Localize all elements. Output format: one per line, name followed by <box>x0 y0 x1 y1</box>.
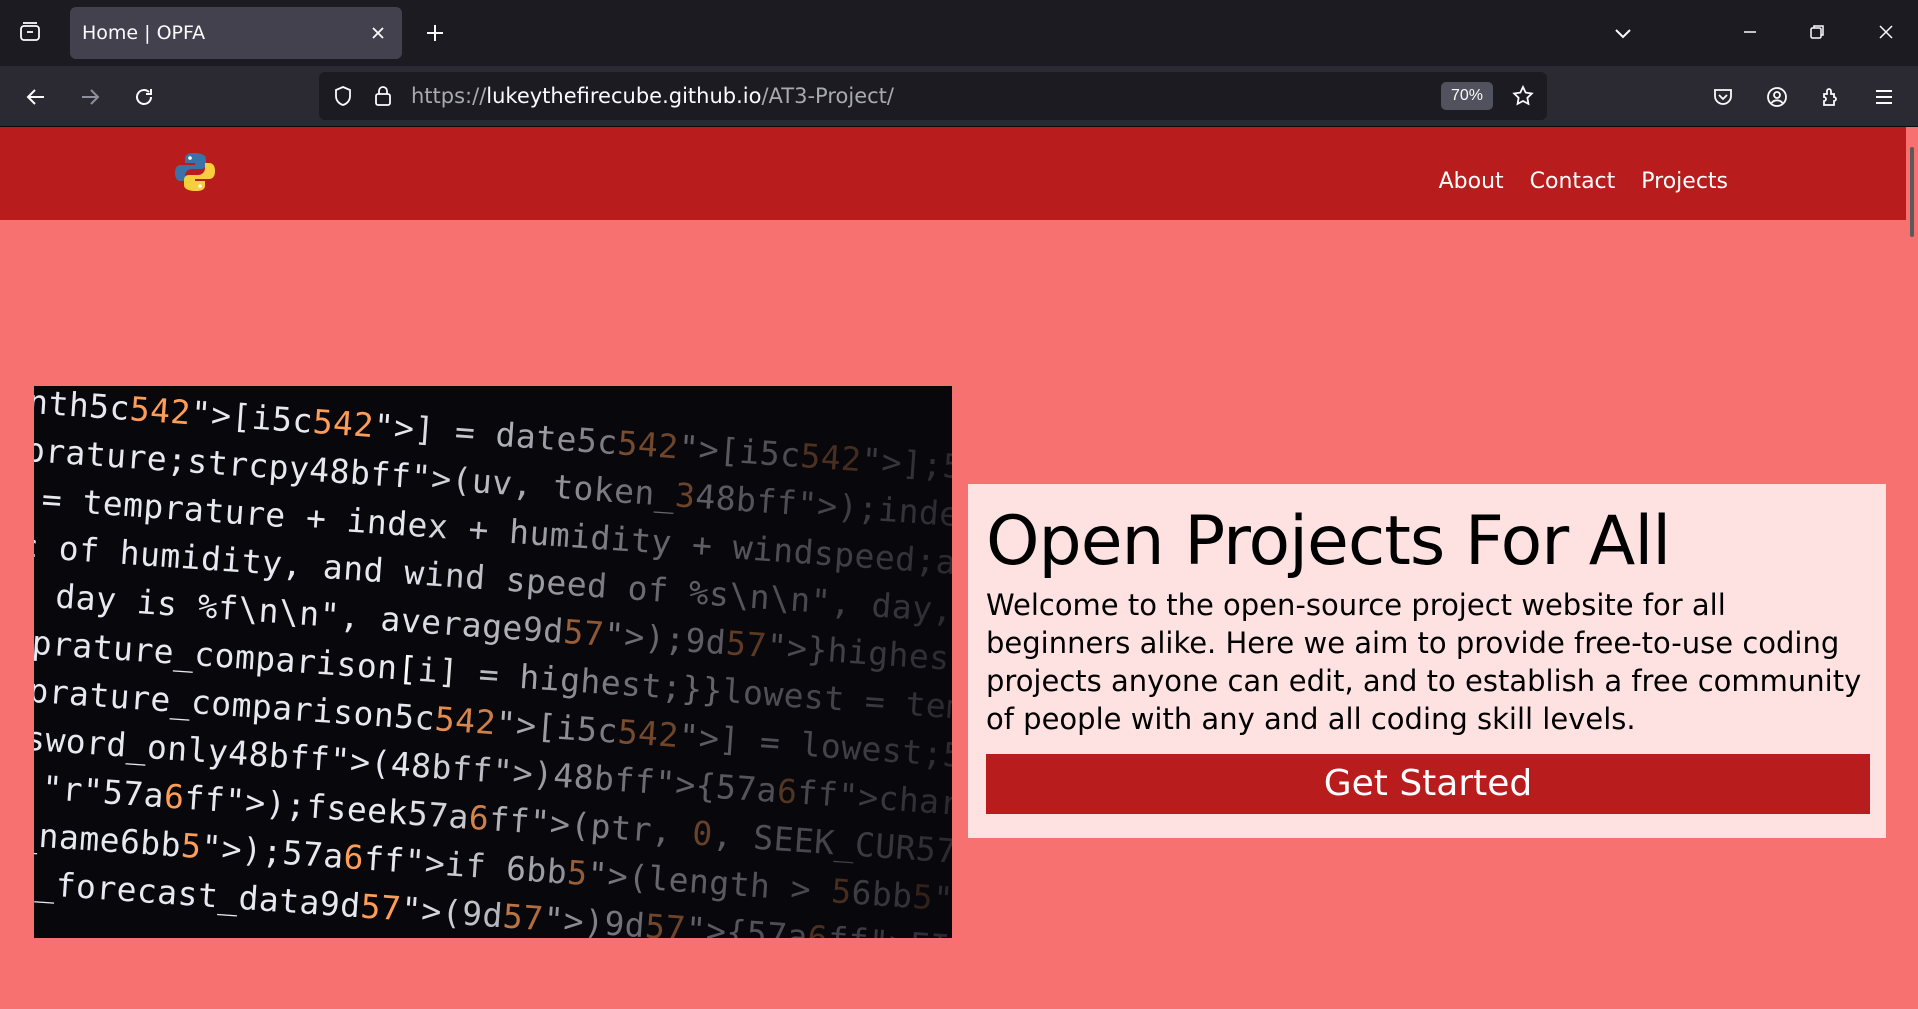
close-window-icon[interactable] <box>1866 14 1906 50</box>
browser-window: Home | OPFA https://lukeythefirecube.git… <box>0 0 1918 1009</box>
close-tab-icon[interactable] <box>366 21 390 45</box>
site-header: About Contact Projects <box>0 127 1906 220</box>
page-scrollbar[interactable] <box>1906 127 1918 1009</box>
nav-link-about[interactable]: About <box>1439 169 1504 194</box>
address-bar[interactable]: https://lukeythefirecube.github.io/AT3-P… <box>319 72 1547 120</box>
back-arrow-icon[interactable] <box>19 80 53 114</box>
get-started-button[interactable]: Get Started <box>986 754 1870 814</box>
reload-icon[interactable] <box>127 80 161 114</box>
menu-hamburger-icon[interactable] <box>1867 80 1901 114</box>
list-all-tabs-icon[interactable] <box>1608 18 1638 48</box>
tab-title: Home | OPFA <box>82 22 206 44</box>
hero-code-image: nth5c542">[i5c542">] = date5c542">[i5c54… <box>34 386 952 938</box>
url-text[interactable]: https://lukeythefirecube.github.io/AT3-P… <box>411 84 894 108</box>
web-page: About Contact Projects nth5c542">[i5c542… <box>0 127 1906 1009</box>
zoom-level-badge[interactable]: 70% <box>1441 82 1493 110</box>
lock-icon[interactable] <box>370 83 396 109</box>
nav-link-contact[interactable]: Contact <box>1530 169 1616 194</box>
forward-arrow-icon[interactable] <box>73 80 107 114</box>
python-logo-icon[interactable] <box>172 149 218 195</box>
url-host: lukeythefirecube.github.io <box>486 84 762 108</box>
navigation-toolbar: https://lukeythefirecube.github.io/AT3-P… <box>0 66 1918 127</box>
url-path: /AT3-Project/ <box>761 84 894 108</box>
url-scheme: https:// <box>411 84 487 108</box>
account-icon[interactable] <box>1760 80 1794 114</box>
bookmark-star-icon[interactable] <box>1509 82 1537 110</box>
tab-overview-icon[interactable] <box>14 16 46 48</box>
hero-description: Welcome to the open-source project websi… <box>986 588 1862 736</box>
tracking-protection-shield-icon[interactable] <box>330 83 356 109</box>
restore-icon[interactable] <box>1797 14 1837 50</box>
new-tab-icon[interactable] <box>420 18 450 48</box>
scrollbar-thumb[interactable] <box>1910 147 1914 237</box>
extensions-icon[interactable] <box>1814 80 1848 114</box>
pocket-icon[interactable] <box>1706 80 1740 114</box>
hero-title: Open Projects For All <box>986 502 1671 581</box>
site-nav: About Contact Projects <box>1439 169 1728 194</box>
hero-card: Open Projects For All Welcome to the ope… <box>968 484 1886 838</box>
minimize-icon[interactable] <box>1730 14 1770 50</box>
nav-link-projects[interactable]: Projects <box>1641 169 1728 194</box>
active-tab[interactable]: Home | OPFA <box>70 7 402 59</box>
image-fade-overlay <box>34 386 952 938</box>
tab-strip: Home | OPFA <box>0 0 1918 66</box>
